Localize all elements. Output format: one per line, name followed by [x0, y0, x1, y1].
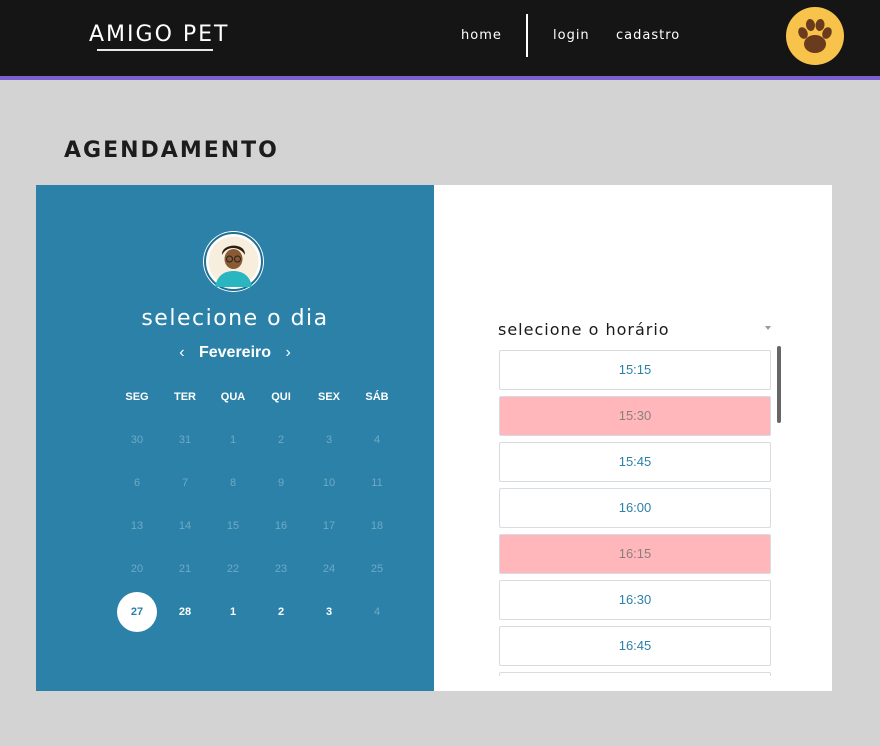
calendar-day: 18	[370, 520, 384, 532]
user-avatar	[203, 231, 264, 292]
month-navigator: ‹ Fevereiro ›	[36, 344, 434, 364]
calendar-day: 9	[277, 477, 285, 489]
navbar-accent-line	[0, 76, 880, 80]
calendar-day: 30	[130, 434, 144, 446]
time-slot-unavailable[interactable]: 16:15	[499, 534, 771, 574]
brand-underline	[97, 49, 213, 51]
time-slot[interactable]: 15:15	[499, 350, 771, 390]
weekday-label: SÁB	[365, 391, 389, 403]
calendar-day: 2	[277, 434, 285, 446]
prev-month-button[interactable]: ‹	[169, 344, 194, 362]
select-day-heading: selecione o dia	[141, 306, 329, 331]
time-slot[interactable]: 16:00	[499, 488, 771, 528]
weekday-label: QUA	[220, 391, 246, 403]
brand-logo-text[interactable]: AMIGO PET	[89, 22, 229, 47]
calendar-day: 24	[322, 563, 336, 575]
calendar-day: 22	[226, 563, 240, 575]
calendar-day: 11	[371, 477, 383, 489]
calendar-day: 23	[274, 563, 288, 575]
calendar-day: 17	[322, 520, 336, 532]
calendar-day: 6	[133, 477, 141, 489]
calendar-day[interactable]: 28	[165, 592, 205, 632]
calendar-day: 8	[229, 477, 237, 489]
calendar-day: 25	[370, 563, 384, 575]
next-month-button[interactable]: ›	[275, 344, 300, 362]
slot-list-scrollbar[interactable]	[777, 346, 781, 423]
weekday-label: SEG	[125, 391, 149, 403]
calendar-day[interactable]: 1	[213, 592, 253, 632]
page-title: AGENDAMENTO	[64, 138, 279, 163]
nav-divider	[526, 14, 528, 57]
nav-signup-link[interactable]: cadastro	[616, 28, 680, 43]
calendar-day: 15	[226, 520, 240, 532]
time-slot[interactable]: 15:45	[499, 442, 771, 482]
calendar-day-selected[interactable]: 27	[117, 592, 157, 632]
weekday-label: SEX	[317, 391, 340, 403]
chevron-down-icon[interactable]	[765, 326, 771, 330]
calendar-day: 20	[130, 563, 144, 575]
calendar-day[interactable]: 2	[261, 592, 301, 632]
time-slot[interactable]: 16:30	[499, 580, 771, 620]
calendar-day: 7	[181, 477, 189, 489]
time-slot-list[interactable]: 15:15 15:30 15:45 16:00 16:15 16:30 16:4…	[499, 348, 772, 676]
calendar-day: 1	[229, 434, 237, 446]
select-time-heading: selecione o horário	[498, 320, 670, 339]
nav-home-link[interactable]: home	[461, 28, 502, 43]
calendar-day: 16	[274, 520, 288, 532]
time-slot-partial[interactable]	[499, 672, 771, 676]
calendar-day: 4	[373, 434, 381, 446]
calendar-day: 3	[325, 434, 333, 446]
calendar-day: 10	[322, 477, 336, 489]
time-slot[interactable]: 16:45	[499, 626, 771, 666]
paw-icon[interactable]	[786, 7, 844, 65]
weekday-label: QUI	[271, 391, 291, 403]
calendar-day: 14	[178, 520, 192, 532]
weekday-label: TER	[174, 391, 196, 403]
calendar-day: 31	[178, 434, 192, 446]
time-slot-unavailable[interactable]: 15:30	[499, 396, 771, 436]
calendar-day: 13	[130, 520, 144, 532]
calendar-day: 21	[178, 563, 192, 575]
calendar-day: 4	[373, 606, 381, 618]
nav-login-link[interactable]: login	[553, 28, 590, 43]
calendar-day[interactable]: 3	[309, 592, 349, 632]
month-label: Fevereiro	[198, 344, 272, 361]
